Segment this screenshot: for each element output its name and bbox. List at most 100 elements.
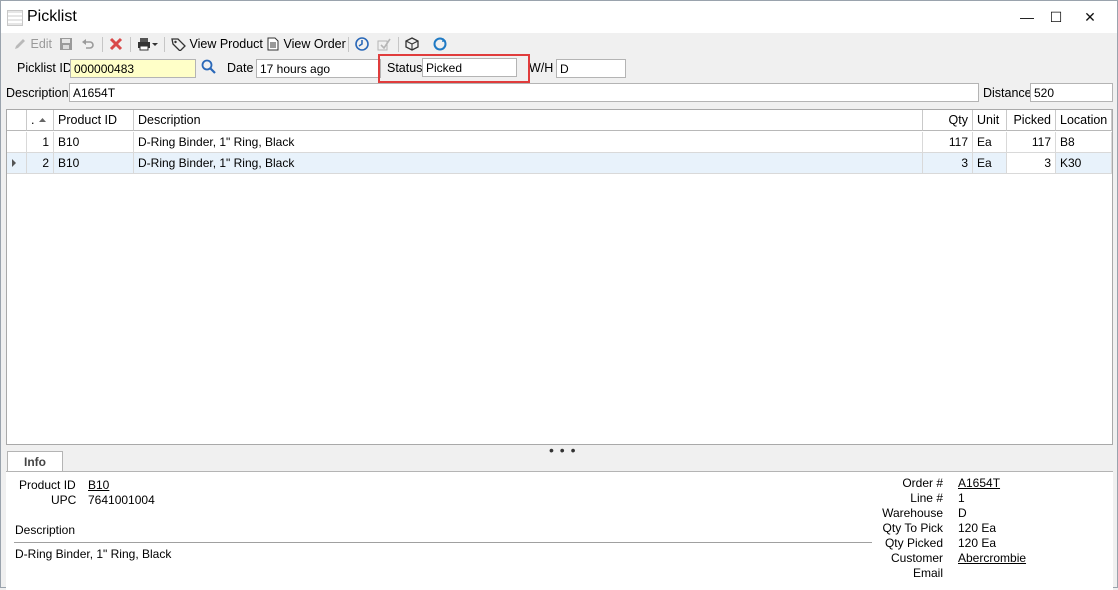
delete-icon xyxy=(109,37,123,51)
column-header-description[interactable]: Description xyxy=(134,110,923,131)
toolbar-separator xyxy=(398,37,399,52)
info-order-label: Order # xyxy=(902,476,943,490)
toolbar: Edit View Product View Order xyxy=(1,33,1117,55)
info-warehouse-label: Warehouse xyxy=(882,506,943,520)
close-button[interactable]: ✕ xyxy=(1073,1,1107,33)
history-icon xyxy=(355,37,369,51)
window-title: Picklist xyxy=(27,8,77,25)
title-bar: Picklist — ☐ ✕ xyxy=(1,1,1117,33)
table-row[interactable]: 1 B10 D-Ring Binder, 1" Ring, Black 117 … xyxy=(7,132,1112,153)
cell-location: B8 xyxy=(1056,132,1112,153)
row-indicator-header xyxy=(7,110,27,131)
tag-icon xyxy=(171,38,186,52)
cell-qty: 117 xyxy=(923,132,973,153)
info-line-label: Line # xyxy=(910,491,943,505)
info-line-value: 1 xyxy=(958,491,965,505)
info-panel: Product ID B10 UPC 7641001004 Descriptio… xyxy=(6,471,1113,590)
picklist-grid: . Product ID Description Qty Unit Picked… xyxy=(6,109,1113,445)
info-customer-label: Customer xyxy=(890,551,943,565)
confirm-button[interactable] xyxy=(377,35,392,53)
print-button[interactable] xyxy=(137,35,159,53)
column-header-qty[interactable]: Qty xyxy=(923,110,973,131)
warehouse-label: W/H xyxy=(529,61,554,75)
row-indicator[interactable] xyxy=(7,153,27,174)
info-product-id-link[interactable]: B10 xyxy=(88,478,109,492)
toolbar-separator xyxy=(164,37,165,52)
info-upc-value: 7641001004 xyxy=(88,493,155,507)
info-qty-to-pick-value: 120 Ea xyxy=(958,521,997,535)
sort-ascending-icon xyxy=(38,118,46,122)
cell-line: 1 xyxy=(27,132,54,153)
info-customer-link[interactable]: Abercrombie xyxy=(958,551,1026,565)
cell-product-id: B10 xyxy=(54,153,134,174)
picklist-window: Picklist — ☐ ✕ Edit View Product View Or… xyxy=(0,0,1118,590)
info-product-id-label: Product ID xyxy=(19,478,76,492)
column-header-location[interactable]: Location xyxy=(1056,110,1112,131)
picklist-id-label: Picklist ID xyxy=(17,61,72,75)
box-icon xyxy=(405,37,419,51)
refresh-icon xyxy=(433,37,447,51)
app-icon xyxy=(7,10,23,26)
date-label: Date xyxy=(227,61,254,75)
description-field[interactable]: A1654T xyxy=(69,83,979,102)
distance-label: Distance xyxy=(983,86,1032,100)
pencil-icon xyxy=(15,39,25,49)
undo-icon xyxy=(82,39,94,49)
history-button[interactable] xyxy=(355,35,370,53)
date-field[interactable]: 17 hours ago xyxy=(256,59,381,78)
column-header-line-label: . xyxy=(31,113,35,127)
tab-info[interactable]: Info xyxy=(7,451,63,472)
cell-line: 2 xyxy=(27,153,54,174)
view-product-button[interactable]: View Product xyxy=(171,35,263,53)
package-button[interactable] xyxy=(405,35,420,53)
save-icon xyxy=(60,38,72,50)
refresh-button[interactable] xyxy=(433,35,448,53)
toolbar-separator xyxy=(130,37,131,52)
grid-header-row: . Product ID Description Qty Unit Picked… xyxy=(7,110,1112,131)
cell-unit: Ea xyxy=(973,132,1007,153)
table-row[interactable]: 2 B10 D-Ring Binder, 1" Ring, Black 3 Ea… xyxy=(7,153,1112,174)
row-indicator[interactable] xyxy=(7,132,27,153)
toolbar-separator xyxy=(348,37,349,52)
edit-label: Edit xyxy=(30,37,53,51)
info-upc-label: UPC xyxy=(51,493,77,507)
save-button[interactable] xyxy=(59,35,73,53)
warehouse-field[interactable]: D xyxy=(556,59,626,78)
search-icon xyxy=(201,59,216,74)
cell-picked[interactable]: 3 xyxy=(1007,153,1056,174)
info-description-value: D-Ring Binder, 1" Ring, Black xyxy=(15,547,172,561)
search-button[interactable] xyxy=(201,59,217,77)
picklist-id-field[interactable]: 000000483 xyxy=(70,59,196,78)
column-header-line[interactable]: . xyxy=(27,110,54,131)
maximize-button[interactable]: ☐ xyxy=(1039,1,1073,33)
info-order-link[interactable]: A1654T xyxy=(958,476,1000,490)
column-header-unit[interactable]: Unit xyxy=(973,110,1007,131)
cell-unit: Ea xyxy=(973,153,1007,174)
cell-picked[interactable]: 117 xyxy=(1007,132,1056,153)
status-highlight-box xyxy=(378,54,530,83)
document-icon xyxy=(267,37,279,51)
checkmark-icon xyxy=(377,38,391,51)
info-qty-picked-value: 120 Ea xyxy=(958,536,997,550)
cell-location: K30 xyxy=(1056,153,1112,174)
view-order-button[interactable]: View Order xyxy=(267,35,346,53)
info-description-label: Description xyxy=(15,523,76,537)
info-email-label: Email xyxy=(912,566,943,580)
cell-qty: 3 xyxy=(923,153,973,174)
info-qty-to-pick-label: Qty To Pick xyxy=(882,521,943,535)
cell-description: D-Ring Binder, 1" Ring, Black xyxy=(134,132,923,153)
view-product-label: View Product xyxy=(189,37,263,51)
info-warehouse-value: D xyxy=(958,506,967,520)
delete-button[interactable] xyxy=(109,35,123,53)
current-row-arrow-icon xyxy=(12,159,16,167)
edit-button[interactable]: Edit xyxy=(13,35,52,53)
info-qty-picked-label: Qty Picked xyxy=(884,536,943,550)
distance-field[interactable]: 520 xyxy=(1030,83,1113,102)
undo-button[interactable] xyxy=(81,35,95,53)
column-header-product-id[interactable]: Product ID xyxy=(54,110,134,131)
cell-product-id: B10 xyxy=(54,132,134,153)
info-divider xyxy=(14,542,872,543)
description-label: Description xyxy=(6,86,69,100)
panel-splitter-handle[interactable]: • • • xyxy=(549,442,576,458)
column-header-picked[interactable]: Picked xyxy=(1007,110,1056,131)
